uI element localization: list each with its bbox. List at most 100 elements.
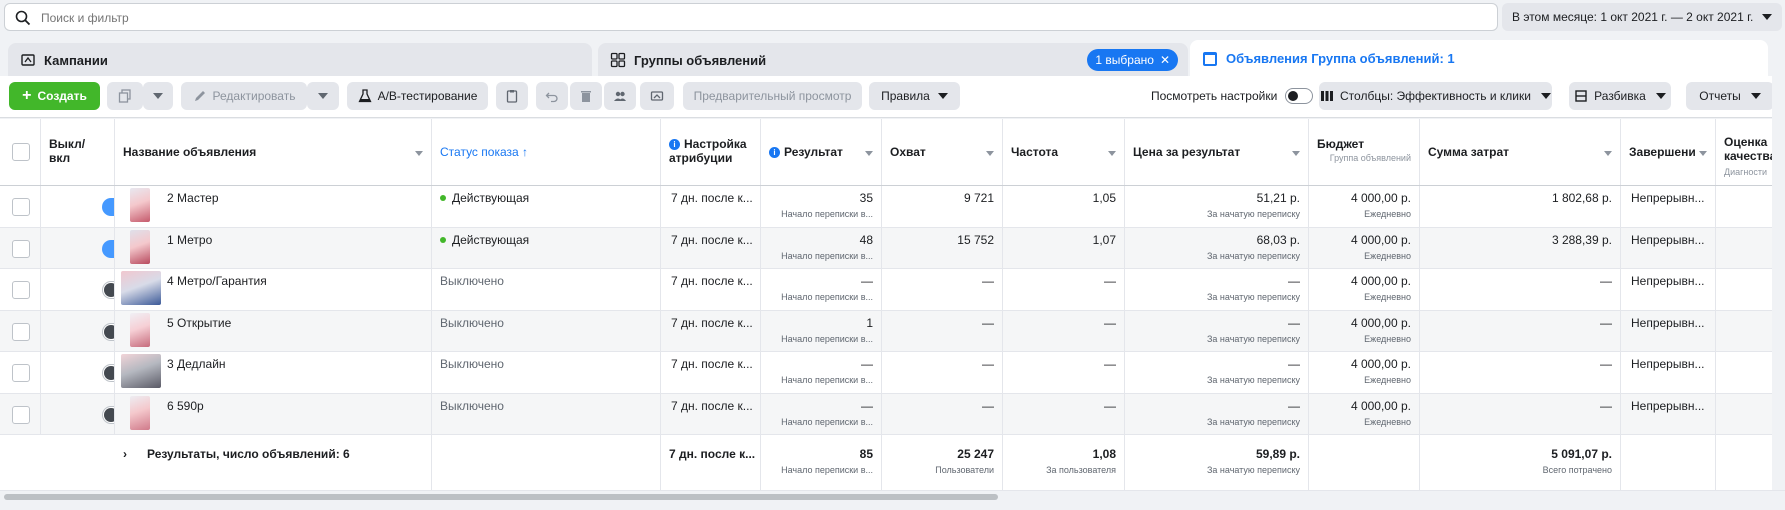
scrollbar-thumb[interactable]	[4, 494, 998, 500]
ad-thumbnail[interactable]	[121, 354, 161, 388]
row-checkbox[interactable]	[12, 322, 30, 341]
sort-icon[interactable]	[1292, 151, 1300, 156]
row-toggle-cell	[41, 352, 115, 393]
table-row[interactable]: 3 Дедлайн Выключено 7 дн. после к... — На…	[0, 352, 1785, 394]
ad-name[interactable]: 6 590р	[167, 399, 204, 413]
delivery-status: Выключено	[440, 316, 504, 330]
header-status[interactable]: Статус показа ↑	[432, 119, 661, 185]
totals-row: › Результаты, число объявлений: 6 i 7 дн…	[0, 435, 1785, 491]
ad-toggle[interactable]	[102, 364, 114, 382]
ends-value: Непрерывн...	[1631, 357, 1705, 371]
view-settings-toggle[interactable]	[1285, 88, 1314, 104]
tab-ad-sets[interactable]: Группы объявлений 1 выбрано ✕	[598, 43, 1188, 77]
preview-button[interactable]: Предварительный просмотр	[683, 82, 862, 110]
sort-icon[interactable]	[865, 151, 873, 156]
ad-toggle[interactable]	[102, 239, 114, 258]
sort-icon[interactable]	[415, 151, 423, 156]
search-box[interactable]	[4, 3, 1498, 31]
ad-thumbnail[interactable]	[121, 271, 161, 305]
header-attribution[interactable]: i Настройка атрибуции	[661, 119, 761, 185]
table-row[interactable]: 5 Открытие Выключено 7 дн. после к... 1 Н…	[0, 310, 1785, 352]
table-row[interactable]: 6 590р Выключено 7 дн. после к... — Начал…	[0, 393, 1785, 435]
columns-button[interactable]: Столбцы: Эффективность и клики	[1319, 82, 1552, 110]
header-frequency[interactable]: Частота	[1003, 119, 1125, 185]
header-amount-spent[interactable]: Сумма затрат	[1420, 119, 1621, 185]
tab-ads[interactable]: Объявления Группа объявлений: 1	[1190, 40, 1768, 77]
header-reach[interactable]: Охват	[882, 119, 1003, 185]
row-checkbox[interactable]	[12, 281, 30, 299]
rules-label: Правила	[881, 89, 930, 103]
create-button[interactable]: + Создать	[9, 82, 100, 110]
ad-name[interactable]: 4 Метро/Гарантия	[167, 274, 267, 288]
ab-test-button[interactable]: A/B-тестирование	[347, 82, 488, 110]
totals-frequency-cell: 1,08 За пользователя	[1003, 435, 1125, 490]
result-value: —	[861, 357, 873, 371]
reports-button[interactable]: Отчеты	[1686, 82, 1774, 110]
ad-name[interactable]: 3 Дедлайн	[167, 357, 226, 371]
table-row[interactable]: 2 Мастер Действующая 7 дн. после к... 35…	[0, 186, 1785, 228]
status-text: Выключено	[440, 274, 504, 288]
tab-campaigns[interactable]: Кампании	[8, 43, 592, 77]
expand-icon[interactable]: ›	[123, 447, 127, 461]
sort-icon[interactable]	[986, 151, 994, 156]
header-name[interactable]: Название объявления	[115, 119, 432, 185]
sort-icon[interactable]	[1699, 151, 1707, 156]
header-ends[interactable]: Завершени	[1621, 119, 1716, 185]
row-checkbox[interactable]	[12, 364, 30, 382]
breakdown-button[interactable]: Разбивка	[1569, 82, 1671, 110]
ad-thumbnail[interactable]	[130, 395, 150, 430]
totals-spent: 5 091,07 р.	[1551, 447, 1612, 461]
undo-button[interactable]	[536, 82, 568, 110]
result-value: 1	[866, 315, 873, 330]
rules-button[interactable]: Правила	[869, 82, 960, 110]
row-frequency-cell: —	[1003, 310, 1125, 351]
spent-value: —	[1600, 315, 1612, 330]
horizontal-scrollbar[interactable]	[0, 491, 1785, 510]
edit-dropdown[interactable]	[307, 82, 339, 110]
duplicate-dropdown[interactable]	[143, 82, 173, 110]
audience-button[interactable]	[604, 82, 636, 110]
share-button[interactable]	[640, 82, 674, 110]
header-result[interactable]: i Результат	[761, 119, 882, 185]
row-checkbox[interactable]	[12, 239, 30, 258]
vertical-scrollbar[interactable]	[1772, 40, 1785, 490]
selected-pill[interactable]: 1 выбрано ✕	[1087, 49, 1178, 71]
ad-toggle[interactable]	[102, 198, 114, 216]
search-input[interactable]	[41, 8, 1481, 28]
header-budget[interactable]: Бюджет Группа объявлений	[1309, 119, 1420, 185]
select-all-checkbox[interactable]	[12, 143, 30, 161]
view-settings[interactable]: Посмотреть настройки	[1151, 82, 1314, 110]
date-range-picker[interactable]: В этом месяце: 1 окт 2021 г. — 2 окт 202…	[1502, 3, 1782, 31]
table-row[interactable]: 4 Метро/Гарантия Выключено 7 дн. после к…	[0, 269, 1785, 311]
ad-name[interactable]: 2 Мастер	[167, 191, 219, 205]
ad-toggle[interactable]	[102, 322, 114, 341]
edit-button[interactable]: Редактировать	[181, 82, 307, 110]
ad-thumbnail[interactable]	[130, 188, 150, 222]
ad-name[interactable]: 5 Открытие	[167, 316, 231, 330]
row-select-cell	[0, 352, 41, 393]
clipboard-button[interactable]	[496, 82, 528, 110]
row-name-cell: 1 Метро	[115, 227, 432, 268]
row-checkbox[interactable]	[12, 198, 30, 216]
header-toggle[interactable]: Выкл/ вкл	[41, 119, 115, 185]
header-cost-per-result[interactable]: Цена за результат	[1125, 119, 1309, 185]
delete-button[interactable]	[570, 82, 602, 110]
result-sub: Начало переписки в...	[781, 250, 873, 261]
ad-thumbnail[interactable]	[130, 229, 150, 264]
sort-icon[interactable]	[1604, 151, 1612, 156]
ad-name[interactable]: 1 Метро	[167, 233, 212, 247]
ad-thumbnail[interactable]	[130, 312, 150, 347]
ad-toggle[interactable]	[102, 281, 114, 299]
row-toggle-cell	[41, 269, 115, 310]
row-checkbox[interactable]	[12, 405, 30, 424]
row-budget-cell: 4 000,00 р. Ежедневно	[1309, 186, 1420, 227]
budget-value: 4 000,00 р.	[1350, 191, 1411, 205]
duplicate-button[interactable]	[107, 82, 143, 110]
people-icon	[614, 91, 626, 101]
cost-value: —	[1288, 274, 1300, 288]
totals-label: Результаты, число объявлений: 6	[147, 447, 350, 461]
table-row[interactable]: 1 Метро Действующая 7 дн. после к... 48 Н…	[0, 227, 1785, 269]
ad-toggle[interactable]	[102, 405, 114, 424]
sort-icon[interactable]	[1108, 151, 1116, 156]
close-icon[interactable]: ✕	[1160, 53, 1170, 67]
